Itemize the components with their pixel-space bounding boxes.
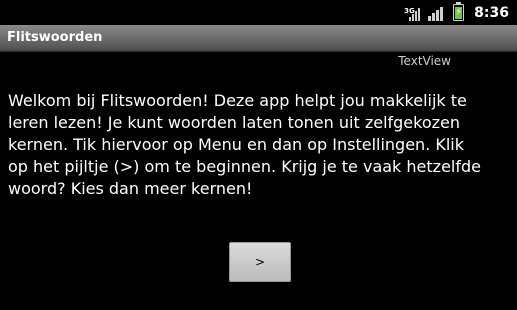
welcome-text: Welkom bij Flitswoorden! Deze app helpt … — [8, 91, 481, 198]
app-title: Flitswoorden — [7, 30, 103, 45]
status-clock: 8:36 — [474, 4, 509, 21]
app-title-bar: Flitswoorden — [0, 25, 517, 52]
signal-strength-icon — [428, 5, 444, 21]
3g-data-icon: 3G — [404, 5, 421, 21]
textview-placeholder: TextView — [398, 54, 451, 68]
next-button[interactable]: > — [229, 242, 291, 282]
status-bar: 3G ⚡ 8:36 — [0, 0, 517, 25]
status-icons: 3G ⚡ 8:36 — [404, 2, 509, 21]
battery-charging-icon: ⚡ — [453, 2, 465, 21]
